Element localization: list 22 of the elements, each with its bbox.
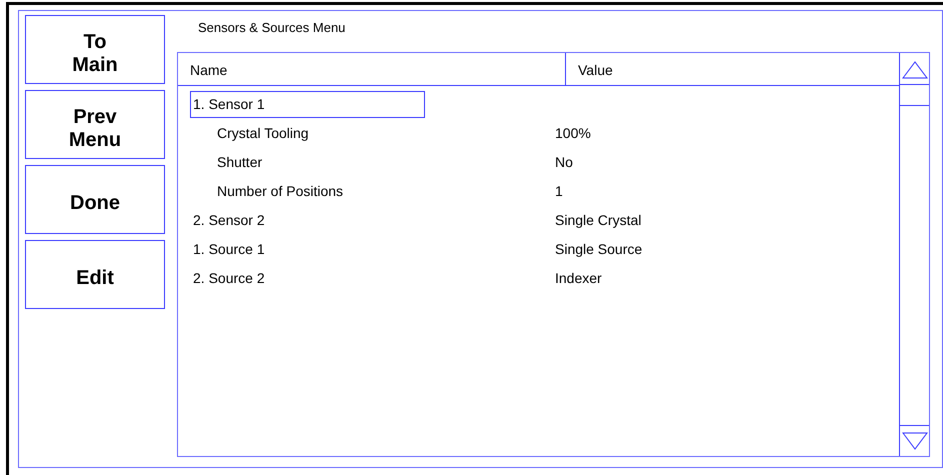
value-text: 100% <box>555 124 591 143</box>
tree-item[interactable]: Number of Positions <box>214 178 346 205</box>
nav-button[interactable]: Prev Menu <box>25 90 165 159</box>
nav-button[interactable]: Done <box>25 165 165 234</box>
nav-button[interactable]: Edit <box>25 240 165 309</box>
nav-button[interactable]: To Main <box>25 15 165 84</box>
value-text: Indexer <box>555 269 602 288</box>
tree-item[interactable]: Crystal Tooling <box>214 120 312 147</box>
value-text: Single Source <box>555 240 642 259</box>
value-text: Single Crystal <box>555 211 642 230</box>
menu-title: Sensors & Sources Menu <box>197 19 346 37</box>
value-text: 1 <box>555 182 563 201</box>
column-header: Name <box>178 53 566 85</box>
column-header: Value <box>577 61 613 80</box>
down-triangle-icon <box>900 430 928 452</box>
tree-item[interactable]: Shutter <box>214 149 266 176</box>
tree-item[interactable]: 1. Source 1 <box>190 236 268 263</box>
tree-item[interactable]: 2. Sensor 2 <box>190 207 268 234</box>
tree-item[interactable]: 2. Source 2 <box>190 265 268 292</box>
value-text: No <box>555 153 573 172</box>
tree-item[interactable]: 1. Sensor 1 <box>190 91 425 118</box>
scrollbar[interactable] <box>899 53 929 456</box>
